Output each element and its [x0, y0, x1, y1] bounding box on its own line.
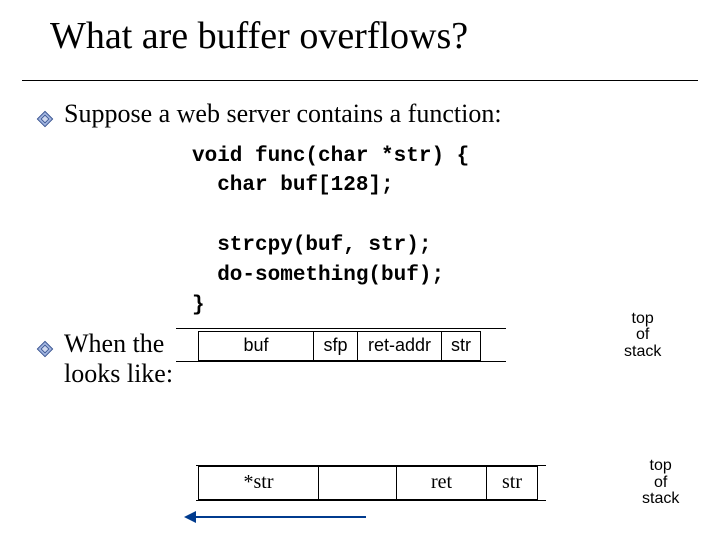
stack-diagram-1: buf sfp ret-addr str	[198, 331, 481, 361]
slide-title: What are buffer overflows?	[22, 8, 698, 80]
code-block: void func(char *str) { char buf[128]; st…	[36, 142, 698, 321]
stack1-row: buf sfp ret-addr str	[198, 331, 481, 361]
bullet-1: Suppose a web server contains a function…	[36, 99, 698, 136]
cell-str2: str	[486, 466, 538, 500]
overlay-stack-1: When the function invoked the stack look…	[36, 329, 698, 390]
top-of-stack-label-2: top of stack	[642, 458, 679, 508]
bullet-1-text: Suppose a web server contains a function…	[64, 99, 698, 130]
cell-retaddr: ret-addr	[358, 331, 442, 361]
diamond-icon	[36, 105, 54, 136]
diamond-icon	[36, 335, 54, 366]
cell-ret: ret	[396, 466, 486, 500]
stack2-bottom-rule	[196, 500, 546, 501]
stack2-row: *str ret str	[198, 466, 538, 500]
bullet-list: Suppose a web server contains a function…	[22, 99, 698, 534]
cell-sfp: sfp	[314, 331, 358, 361]
slide: What are buffer overflows? Suppose a web…	[0, 0, 720, 540]
stack-diagram-2: *str ret str	[198, 466, 538, 500]
bullet-2-line2: looks like:	[64, 359, 173, 388]
bullet-2-prefix: When the	[64, 329, 171, 358]
title-underline	[22, 80, 698, 81]
overlay-stack-2: *str ret str top of stack	[36, 454, 698, 534]
cell-gap	[318, 466, 396, 500]
cell-str: str	[442, 331, 481, 361]
cell-pstr: *str	[198, 466, 318, 500]
cell-buf: buf	[198, 331, 314, 361]
